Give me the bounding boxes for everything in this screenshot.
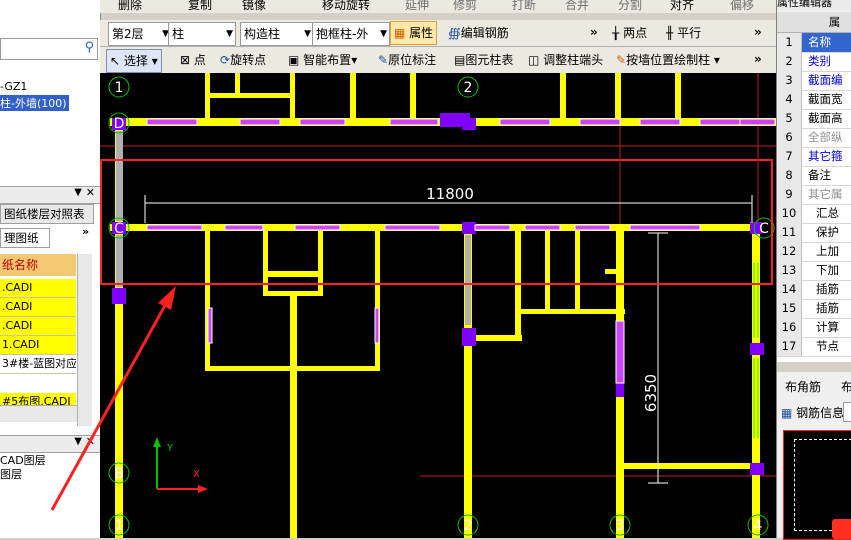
property-row-name: 汇总 xyxy=(816,206,839,220)
property-row[interactable]: 1 名称 xyxy=(777,33,851,53)
property-row[interactable]: 6 全部纵 xyxy=(777,128,851,148)
property-row[interactable]: 17 节点 xyxy=(777,337,851,357)
property-row[interactable]: 3 截面编 xyxy=(777,71,851,91)
tab-layout[interactable]: 布 xyxy=(841,378,851,395)
property-row[interactable]: 15 插筋 xyxy=(777,299,851,319)
property-row[interactable]: 9 其它属 xyxy=(777,185,851,205)
property-row-number: 8 xyxy=(777,166,802,185)
property-row-name: 插筋 xyxy=(816,282,839,296)
property-row-number: 10 xyxy=(777,204,802,223)
property-row-name: 全部纵 xyxy=(808,130,843,144)
property-row-name: 下加 xyxy=(816,263,839,277)
rebar-info-icon: ▦ xyxy=(781,406,793,420)
property-row-name: 保护 xyxy=(816,225,839,239)
property-panel: 属性编辑器 属 1 名称 2 类别 3 截面编 4 截面宽 5 截面高 6 全部纵 7 其它箍 8 备注 9 其它… xyxy=(776,0,851,540)
property-row-number: 1 xyxy=(777,33,802,52)
property-row[interactable]: 8 备注 xyxy=(777,166,851,186)
property-row[interactable]: 10 汇总 xyxy=(777,204,851,224)
property-row-number: 17 xyxy=(777,337,802,356)
property-row-name: 插筋 xyxy=(816,301,839,315)
property-row[interactable]: 16 计算 xyxy=(777,318,851,338)
property-row[interactable]: 7 其它箍 xyxy=(777,147,851,167)
property-row-name: 节点 xyxy=(816,339,839,353)
property-row-name: 截面宽 xyxy=(808,92,843,106)
property-row-name: 其它属 xyxy=(808,187,843,201)
property-row[interactable]: 2 类别 xyxy=(777,52,851,72)
annotation-arrow xyxy=(50,286,176,511)
property-row[interactable]: 4 截面宽 xyxy=(777,90,851,110)
section-preview[interactable] xyxy=(783,430,851,540)
property-row-name: 上加 xyxy=(816,244,839,258)
property-row-number: 7 xyxy=(777,147,802,166)
property-row-name: 计算 xyxy=(816,320,839,334)
property-panel-title: 属性编辑器 xyxy=(777,0,851,10)
property-row-number: 13 xyxy=(777,261,802,280)
property-row-name: 截面编 xyxy=(808,73,843,87)
property-row-number: 3 xyxy=(777,71,802,90)
property-row-name: 截面高 xyxy=(808,111,843,125)
property-row-number: 14 xyxy=(777,280,802,299)
property-row-number: 4 xyxy=(777,90,802,109)
property-row-name: 备注 xyxy=(808,168,831,182)
property-row-number: 11 xyxy=(777,223,802,242)
property-row-number: 16 xyxy=(777,318,802,337)
property-row-number: 12 xyxy=(777,242,802,261)
brand-logo-icon xyxy=(832,519,851,539)
property-row[interactable]: 5 截面高 xyxy=(777,109,851,129)
property-row-name: 名称 xyxy=(808,35,831,49)
property-column-header: 属 xyxy=(777,12,851,33)
property-row[interactable]: 11 保护 xyxy=(777,223,851,243)
property-row-number: 6 xyxy=(777,128,802,147)
property-row-number: 15 xyxy=(777,299,802,318)
property-row-number: 2 xyxy=(777,52,802,71)
property-row-number: 5 xyxy=(777,109,802,128)
property-row[interactable]: 12 上加 xyxy=(777,242,851,262)
property-row-name: 其它箍 xyxy=(808,149,843,163)
rebar-info-label: ▦ 钢筋信息 xyxy=(781,406,845,420)
rebar-info-input[interactable] xyxy=(843,402,851,422)
property-row-name: 类别 xyxy=(808,54,831,68)
tab-corner-rebar[interactable]: 布角筋 xyxy=(785,378,821,395)
property-row[interactable]: 13 下加 xyxy=(777,261,851,281)
property-row[interactable]: 14 插筋 xyxy=(777,280,851,300)
property-row-number: 9 xyxy=(777,185,802,204)
